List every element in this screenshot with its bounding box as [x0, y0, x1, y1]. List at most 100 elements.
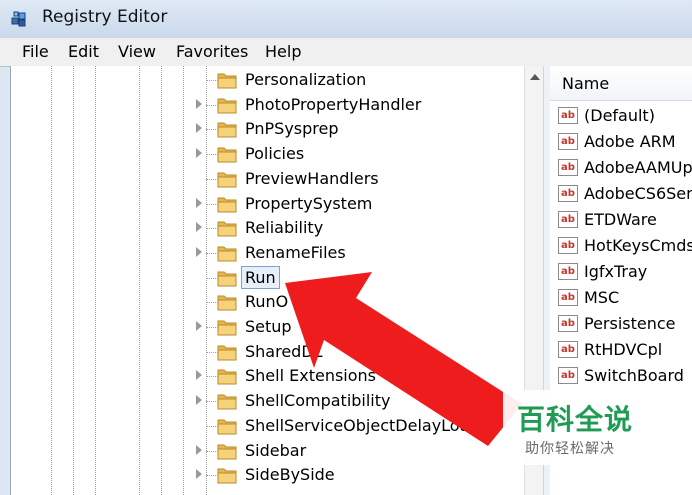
menu-view[interactable]: View [118, 42, 156, 61]
folder-icon [217, 271, 237, 287]
tree-key-label: PropertySystem [245, 193, 373, 213]
ab-string-icon: ab [558, 263, 578, 280]
value-row[interactable]: ab HotKeysCmds [550, 233, 692, 259]
folder-icon [217, 295, 237, 311]
ab-string-icon: ab [558, 289, 578, 306]
folder-icon [217, 369, 237, 385]
value-name: RtHDVCpl [584, 340, 663, 359]
tree-key-item[interactable]: ShellServiceObjectDelayLoad [11, 414, 531, 438]
value-name: AdobeCS6Serv [584, 184, 692, 203]
menu-favorites[interactable]: Favorites [176, 42, 248, 61]
value-name: AdobeAAMUp [584, 158, 692, 177]
tree-key-label: ShellCompatibility [245, 391, 391, 411]
ab-string-icon: ab [558, 133, 578, 150]
tree-key-label: Run [241, 265, 280, 289]
tree-key-item[interactable]: PropertySystem [11, 192, 531, 216]
title-bar: Registry Editor [0, 0, 692, 38]
tree-key-label: SharedDL [245, 341, 323, 361]
watermark-logo: 百科全说 助你轻松解决 [503, 390, 692, 465]
tree-key-item[interactable]: Policies [11, 142, 531, 166]
tree-key-item[interactable]: Sidebar [11, 439, 531, 463]
tree-key-item[interactable]: PreviewHandlers [11, 167, 531, 191]
tree-key-label: PhotoPropertyHandler [245, 94, 422, 114]
tree-key-item[interactable]: ShellCompatibility [11, 389, 531, 413]
ab-string-icon: ab [558, 237, 578, 254]
folder-icon [217, 147, 237, 163]
tree-key-label: Reliability [245, 218, 324, 238]
value-row[interactable]: ab ETDWare [550, 207, 692, 233]
tree-key-item[interactable]: RenameFiles [11, 241, 531, 265]
expand-triangle-icon[interactable] [196, 123, 202, 134]
tree-key-label: RenameFiles [245, 242, 346, 262]
folder-icon [217, 98, 237, 114]
tree-key-item[interactable]: RunO [11, 290, 531, 314]
scroll-up-arrow-icon[interactable] [530, 74, 540, 80]
name-column-label: Name [562, 74, 610, 93]
value-row[interactable]: ab Persistence [550, 311, 692, 337]
expand-triangle-icon[interactable] [196, 197, 202, 208]
value-name: (Default) [584, 106, 655, 125]
ab-string-icon: ab [558, 107, 578, 124]
folder-icon [217, 122, 237, 138]
tree-key-item[interactable]: Run [11, 265, 531, 290]
value-row[interactable]: ab RtHDVCpl [550, 337, 692, 363]
value-row[interactable]: ab AdobeAAMUp [550, 155, 692, 181]
value-row[interactable]: ab IgfxTray [550, 259, 692, 285]
folder-icon [217, 221, 237, 237]
value-name: Persistence [584, 314, 676, 333]
menu-help[interactable]: Help [265, 42, 301, 61]
value-row[interactable]: ab SwitchBoard [550, 363, 692, 389]
expand-triangle-icon[interactable] [196, 246, 202, 257]
value-row[interactable]: ab MSC [550, 285, 692, 311]
value-row[interactable]: ab (Default) [550, 103, 692, 129]
folder-icon [217, 345, 237, 361]
tree-key-item[interactable]: Reliability [11, 216, 531, 240]
tree-key-label: Setup [245, 317, 292, 336]
expand-triangle-icon[interactable] [196, 98, 202, 109]
key-tree-pane[interactable]: Personalization PhotoPropertyHandler PnPSy… [10, 66, 544, 495]
expand-triangle-icon[interactable] [196, 321, 202, 331]
tree-key-label: RunO [245, 292, 289, 312]
menu-file[interactable]: File [22, 42, 49, 61]
expand-triangle-icon[interactable] [196, 370, 202, 381]
folder-icon [217, 444, 237, 459]
name-column-header[interactable]: Name [550, 66, 692, 101]
folder-icon [217, 419, 237, 435]
expand-triangle-icon[interactable] [196, 395, 202, 406]
folder-icon [217, 246, 237, 262]
value-row[interactable]: ab Adobe ARM [550, 129, 692, 155]
value-row[interactable]: ab AdobeCS6Serv [550, 181, 692, 207]
value-name: SwitchBoard [584, 366, 684, 385]
folder-icon [217, 172, 237, 188]
menu-edit[interactable]: Edit [68, 42, 99, 61]
tree-key-label: SideBySide [245, 465, 335, 485]
tree-key-label: ShellServiceObjectDelayLoad [245, 415, 480, 435]
tree-key-item[interactable]: Setup [11, 315, 531, 339]
tree-key-item[interactable]: SideBySide [11, 463, 531, 487]
expand-triangle-icon[interactable] [196, 444, 202, 455]
tree-key-item[interactable]: SharedDL [11, 340, 531, 364]
tree-key-label: Sidebar [245, 440, 307, 460]
folder-icon [217, 394, 237, 410]
expand-triangle-icon[interactable] [196, 148, 202, 159]
ab-string-icon: ab [558, 315, 578, 332]
ab-string-icon: ab [558, 367, 578, 384]
value-name: IgfxTray [584, 262, 648, 281]
expand-triangle-icon[interactable] [196, 222, 202, 233]
expand-triangle-icon[interactable] [196, 469, 202, 480]
folder-icon [217, 468, 237, 484]
folder-icon [217, 320, 237, 336]
watermark-subtitle: 助你轻松解决 [525, 441, 615, 457]
window-title: Registry Editor [42, 7, 168, 27]
tree-key-item[interactable]: Personalization [11, 68, 531, 92]
value-name: MSC [584, 288, 620, 307]
tree-key-label: Shell Extensions [245, 366, 376, 386]
ab-string-icon: ab [558, 211, 578, 228]
tree-key-item[interactable]: Shell Extensions [11, 364, 531, 388]
tree-key-label: Personalization [245, 70, 367, 89]
folder-icon [217, 197, 237, 212]
tree-key-item[interactable]: PnPSysprep [11, 117, 531, 141]
value-name: ETDWare [584, 210, 657, 229]
tree-key-item[interactable]: PhotoPropertyHandler [11, 93, 531, 117]
watermark-title: 百科全说 [517, 403, 634, 436]
